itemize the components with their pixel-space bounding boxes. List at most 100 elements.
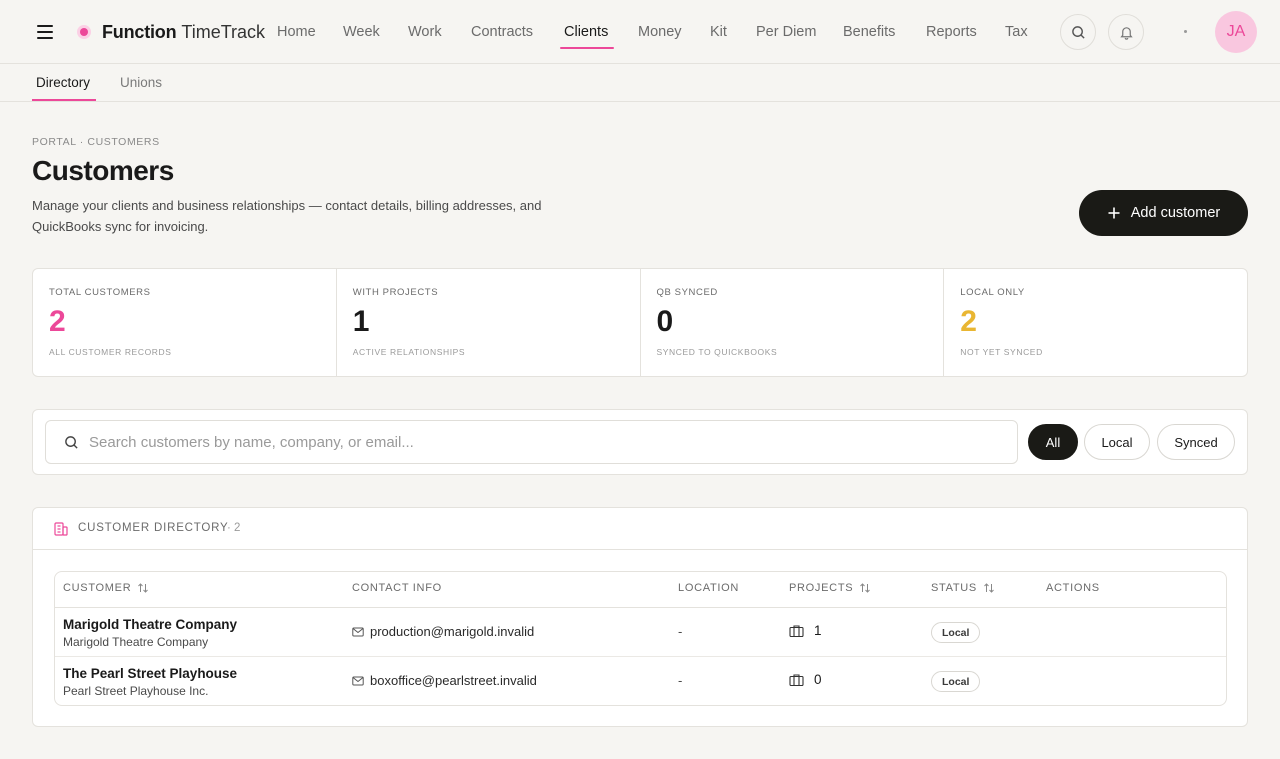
contact-info[interactable]: boxoffice@pearlstreet.invalid — [352, 673, 537, 688]
column-label: LOCATION — [678, 582, 740, 594]
bell-icon — [1119, 26, 1133, 40]
customer-name[interactable]: The Pearl Street Playhouse — [63, 666, 237, 681]
column-actions: ACTIONS — [1046, 582, 1100, 594]
filter-local-button[interactable]: Local — [1084, 424, 1150, 460]
subtab-active-indicator — [32, 99, 96, 101]
contact-email: production@marigold.invalid — [370, 624, 535, 639]
location-value: - — [678, 673, 683, 688]
mail-icon — [352, 627, 364, 636]
mail-icon — [352, 676, 364, 685]
location-value: - — [678, 624, 683, 639]
nav-home[interactable]: Home — [277, 22, 316, 42]
brand-logo[interactable]: Function TimeTrack — [80, 19, 265, 45]
brand-product: TimeTrack — [181, 21, 266, 42]
plus-icon — [1108, 207, 1120, 219]
nav-tax[interactable]: Tax — [1005, 22, 1028, 42]
avatar[interactable]: JA — [1215, 11, 1257, 53]
table-row[interactable]: Marigold Theatre Company Marigold Theatr… — [55, 608, 1226, 657]
top-nav: Function TimeTrack Home Week Work Contra… — [0, 0, 1280, 64]
stat-label: QB SYNCED — [656, 287, 718, 298]
column-contact: CONTACT INFO — [352, 582, 442, 594]
tab-unions[interactable]: Unions — [120, 75, 162, 90]
customer-table: CUSTOMER CONTACT INFO LOCATION PROJECTS … — [54, 571, 1227, 706]
add-customer-button[interactable]: Add customer — [1079, 190, 1248, 236]
stat-sub: NOT YET SYNCED — [960, 347, 1043, 357]
page-description: Manage your clients and business relatio… — [32, 198, 542, 234]
customer-directory: CUSTOMER DIRECTORY · 2 CUSTOMER CONTACT … — [32, 507, 1248, 727]
column-label: CUSTOMER — [63, 582, 132, 594]
projects-count: 1 — [789, 623, 822, 638]
projects-count: 0 — [789, 672, 822, 687]
sub-nav: Directory Unions — [0, 65, 1280, 102]
column-customer[interactable]: CUSTOMER — [63, 582, 149, 594]
notifications-button[interactable] — [1108, 14, 1144, 50]
stat-qb-synced: QB SYNCED 0 SYNCED TO QUICKBOOKS — [641, 269, 945, 376]
column-label: ACTIONS — [1046, 582, 1100, 594]
filter-all-button[interactable]: All — [1028, 424, 1078, 460]
customer-company: Marigold Theatre Company — [63, 635, 209, 649]
nav-kit[interactable]: Kit — [710, 22, 727, 42]
filter-synced-button[interactable]: Synced — [1157, 424, 1235, 460]
search-input[interactable] — [89, 433, 969, 451]
stat-value: 1 — [352, 305, 370, 338]
stat-sub: ALL CUSTOMER RECORDS — [49, 347, 172, 357]
sort-icon — [138, 583, 149, 593]
stat-value: 0 — [656, 305, 674, 338]
add-customer-label: Add customer — [1130, 205, 1221, 221]
search-box[interactable] — [45, 420, 1018, 464]
breadcrumb: PORTAL · CUSTOMERS — [32, 136, 160, 148]
nav-active-indicator — [560, 47, 614, 49]
directory-title: CUSTOMER DIRECTORY — [78, 522, 229, 534]
column-status[interactable]: STATUS — [931, 582, 995, 594]
customer-company: Pearl Street Playhouse Inc. — [63, 684, 209, 698]
nav-reports[interactable]: Reports — [926, 22, 977, 42]
column-location: LOCATION — [678, 582, 739, 594]
stat-total-customers: TOTAL CUSTOMERS 2 ALL CUSTOMER RECORDS — [33, 269, 337, 376]
nav-clients[interactable]: Clients — [564, 22, 608, 42]
nav-per-diem[interactable]: Per Diem — [756, 22, 816, 42]
nav-contracts[interactable]: Contracts — [471, 22, 533, 42]
contact-info[interactable]: production@marigold.invalid — [352, 624, 534, 639]
page-title: Customers — [32, 155, 174, 186]
nav-work[interactable]: Work — [408, 22, 442, 42]
search-button[interactable] — [1060, 14, 1096, 50]
tab-directory[interactable]: Directory — [36, 75, 90, 90]
directory-count: · 2 — [227, 522, 241, 534]
column-label: CONTACT INFO — [352, 582, 442, 594]
stat-local-only: LOCAL ONLY 2 NOT YET SYNCED — [944, 269, 1247, 376]
search-panel: All Local Synced — [32, 409, 1248, 475]
nav-benefits[interactable]: Benefits — [843, 22, 895, 42]
brand-name: Function — [102, 21, 177, 42]
projects-value: 1 — [814, 623, 822, 638]
search-icon — [1071, 25, 1085, 39]
contact-email: boxoffice@pearlstreet.invalid — [370, 673, 537, 688]
briefcase-icon — [789, 624, 804, 637]
status-badge: Local — [931, 671, 981, 692]
stat-label: TOTAL CUSTOMERS — [49, 287, 151, 298]
stat-with-projects: WITH PROJECTS 1 ACTIVE RELATIONSHIPS — [337, 269, 641, 376]
stat-label: LOCAL ONLY — [960, 287, 1025, 298]
nav-week[interactable]: Week — [343, 22, 380, 42]
directory-header: CUSTOMER DIRECTORY · 2 — [33, 508, 1247, 550]
separator-dot — [1184, 30, 1187, 33]
briefcase-icon — [789, 673, 804, 686]
stat-label: WITH PROJECTS — [352, 287, 439, 298]
nav-money[interactable]: Money — [638, 22, 682, 42]
building-icon — [54, 522, 68, 536]
table-header: CUSTOMER CONTACT INFO LOCATION PROJECTS … — [55, 572, 1226, 608]
sort-icon — [984, 583, 994, 593]
menu-icon[interactable] — [37, 24, 53, 40]
search-icon — [65, 435, 78, 449]
projects-value: 0 — [814, 672, 822, 687]
table-row[interactable]: The Pearl Street Playhouse Pearl Street … — [55, 657, 1226, 705]
brand-dot-icon — [80, 28, 88, 36]
customer-name[interactable]: Marigold Theatre Company — [63, 617, 237, 632]
column-label: PROJECTS — [789, 582, 854, 594]
status-badge: Local — [931, 622, 981, 643]
stat-value: 2 — [49, 305, 66, 338]
column-label: STATUS — [931, 582, 977, 594]
stats-panel: TOTAL CUSTOMERS 2 ALL CUSTOMER RECORDS W… — [32, 268, 1248, 377]
column-projects[interactable]: PROJECTS — [789, 582, 871, 594]
stat-value: 2 — [960, 305, 977, 338]
sort-icon — [860, 583, 871, 593]
